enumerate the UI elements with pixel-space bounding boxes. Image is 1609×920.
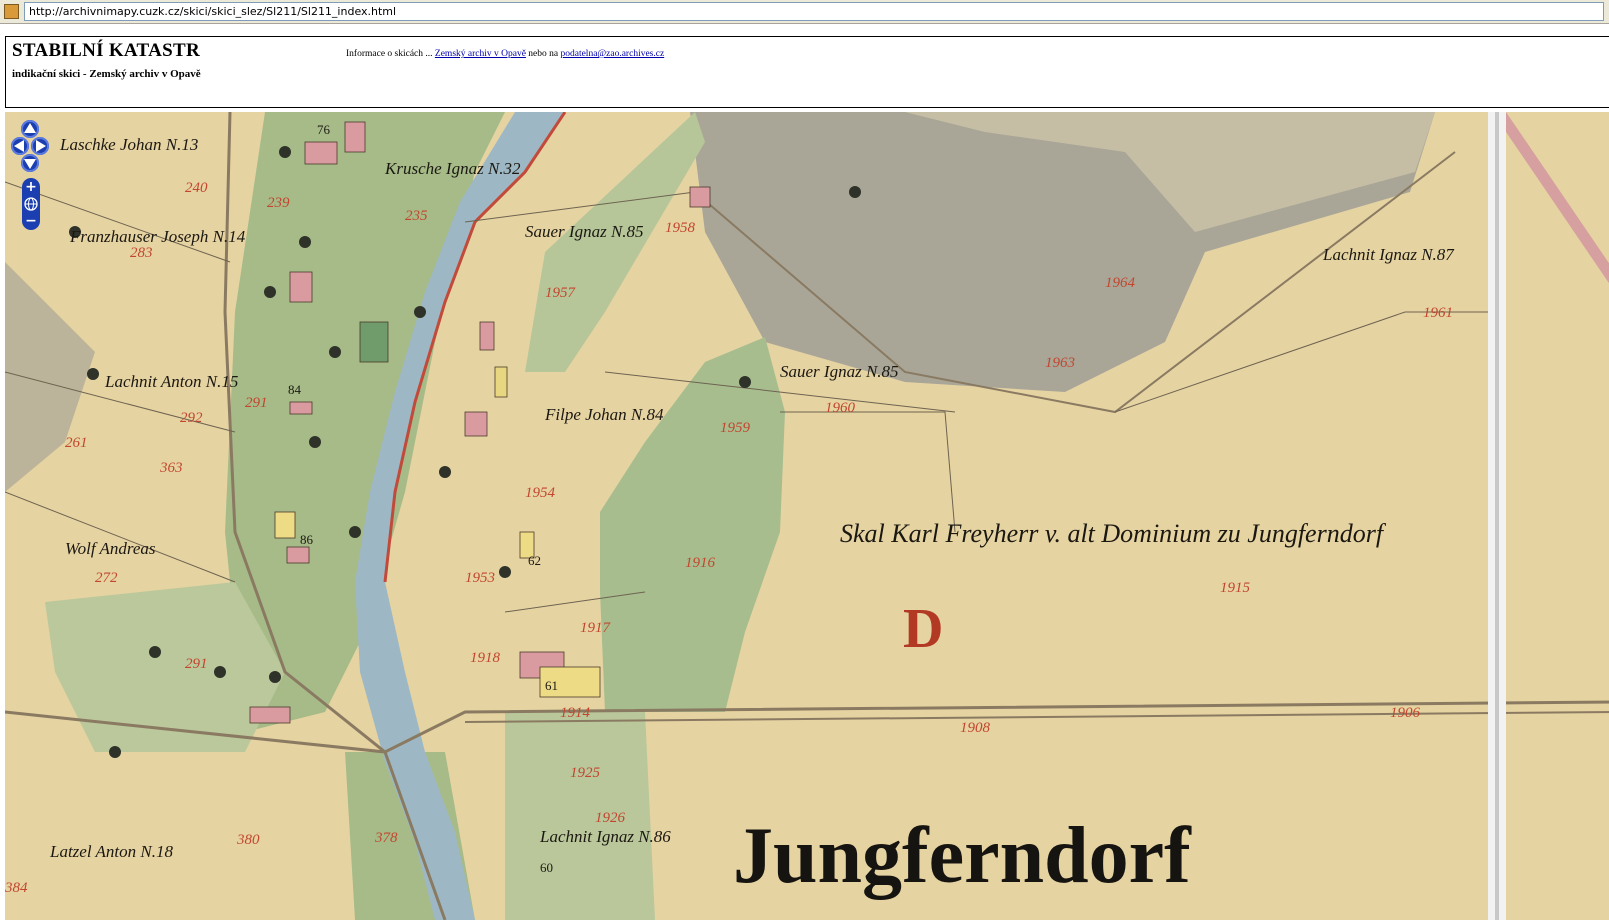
parcel-number: 272 bbox=[95, 570, 118, 586]
house-number: 86 bbox=[300, 532, 314, 547]
owner-label: Sauer Ignaz N.85 bbox=[780, 362, 899, 381]
parcel-number: 1957 bbox=[545, 285, 577, 301]
parcel-number: 292 bbox=[180, 410, 203, 426]
parcel-number: 1925 bbox=[570, 765, 601, 781]
parcel-number: 291 bbox=[185, 656, 208, 672]
parcel-number: 363 bbox=[159, 460, 183, 476]
parcel-number: 1926 bbox=[595, 810, 626, 826]
owner-label: Sauer Ignaz N.85 bbox=[525, 222, 644, 241]
house-number: 84 bbox=[288, 382, 302, 397]
cadastral-map[interactable]: 1957 1964 1961 1960 1959 1954 1916 1915 … bbox=[5, 112, 1609, 920]
parcel-number: 239 bbox=[267, 195, 290, 211]
url-field[interactable]: http://archivnimapy.cuzk.cz/skici/skici_… bbox=[24, 2, 1604, 21]
zoom-out-button[interactable]: − bbox=[22, 213, 40, 229]
owner-label: Lachnit Ignaz N.86 bbox=[539, 827, 671, 846]
parcel-number: 1918 bbox=[470, 650, 501, 666]
parcel-number: 235 bbox=[405, 208, 428, 224]
parcel-number: 1958 bbox=[665, 220, 696, 236]
dominium-label: Skal Karl Freyherr v. alt Dominium zu Ju… bbox=[840, 519, 1387, 548]
archive-link[interactable]: Zemský archiv v Opavě bbox=[435, 49, 526, 59]
place-name-label: Jungferndorf bbox=[733, 812, 1192, 900]
house-number: 76 bbox=[317, 122, 331, 137]
parcel-number: 378 bbox=[374, 830, 398, 846]
parcel-number: 283 bbox=[130, 245, 153, 261]
zoom-in-button[interactable]: + bbox=[22, 179, 40, 195]
email-link[interactable]: podatelna@zao.archives.cz bbox=[560, 49, 664, 59]
parcel-number: 1906 bbox=[1390, 705, 1421, 721]
info-middle: nebo na bbox=[528, 49, 559, 59]
globe-icon bbox=[24, 197, 38, 211]
owner-label: Filpe Johan N.84 bbox=[544, 405, 664, 424]
owner-label: Wolf Andreas bbox=[65, 539, 156, 558]
parcel-number: 240 bbox=[185, 180, 208, 196]
info-line: Informace o skicách ... Zemský archiv v … bbox=[346, 49, 664, 59]
parcel-number: 1964 bbox=[1105, 275, 1136, 291]
parcel-number: 1908 bbox=[960, 720, 991, 736]
owner-label: Lachnit Ignaz N.87 bbox=[1322, 245, 1455, 264]
info-prefix: Informace o skicách ... bbox=[346, 49, 433, 59]
parcel-number: 1960 bbox=[825, 400, 856, 416]
parcel-number: 291 bbox=[245, 395, 268, 411]
parcel-number: 1961 bbox=[1423, 305, 1453, 321]
page-favicon-icon bbox=[4, 4, 19, 19]
pan-right-button[interactable] bbox=[31, 137, 49, 155]
owner-label: Lachnit Anton N.15 bbox=[104, 372, 238, 391]
pan-left-button[interactable] bbox=[11, 137, 29, 155]
owner-label: Latzel Anton N.18 bbox=[49, 842, 173, 861]
zoom-control: + − bbox=[22, 178, 40, 230]
pan-control bbox=[11, 120, 49, 172]
page-header: STABILNÍ KATASTR indikační skici - Zemsk… bbox=[5, 36, 1609, 108]
owner-label: Krusche Ignaz N.32 bbox=[384, 159, 521, 178]
owner-label: Laschke Johan N.13 bbox=[59, 135, 198, 154]
parcel-number: 1953 bbox=[465, 570, 495, 586]
house-number: 60 bbox=[540, 860, 553, 875]
house-number: 62 bbox=[528, 553, 541, 568]
pan-up-button[interactable] bbox=[21, 120, 39, 138]
parcel-number: 380 bbox=[236, 832, 260, 848]
parcel-number: 1915 bbox=[1220, 580, 1251, 596]
pan-down-button[interactable] bbox=[21, 154, 39, 172]
owner-label: Franzhauser Joseph N.14 bbox=[69, 227, 246, 246]
parcel-number: 1963 bbox=[1045, 355, 1075, 371]
house-number: 61 bbox=[545, 678, 558, 693]
zoom-world-button[interactable] bbox=[22, 196, 40, 212]
address-bar: http://archivnimapy.cuzk.cz/skici/skici_… bbox=[0, 0, 1609, 24]
parcel-number: 1914 bbox=[560, 705, 591, 721]
parcel-number: 1959 bbox=[720, 420, 751, 436]
page-title: STABILNÍ KATASTR bbox=[12, 40, 200, 61]
map-viewport[interactable]: 1957 1964 1961 1960 1959 1954 1916 1915 … bbox=[5, 112, 1609, 920]
parcel-number: 384 bbox=[5, 880, 28, 896]
parcel-number: 1916 bbox=[685, 555, 716, 571]
parcel-number: 1954 bbox=[525, 485, 556, 501]
parcel-number: 1917 bbox=[580, 620, 612, 636]
parcel-number: 261 bbox=[65, 435, 88, 451]
page-subtitle: indikační skici - Zemský archiv v Opavě bbox=[12, 68, 201, 80]
section-letter: D bbox=[903, 598, 943, 660]
